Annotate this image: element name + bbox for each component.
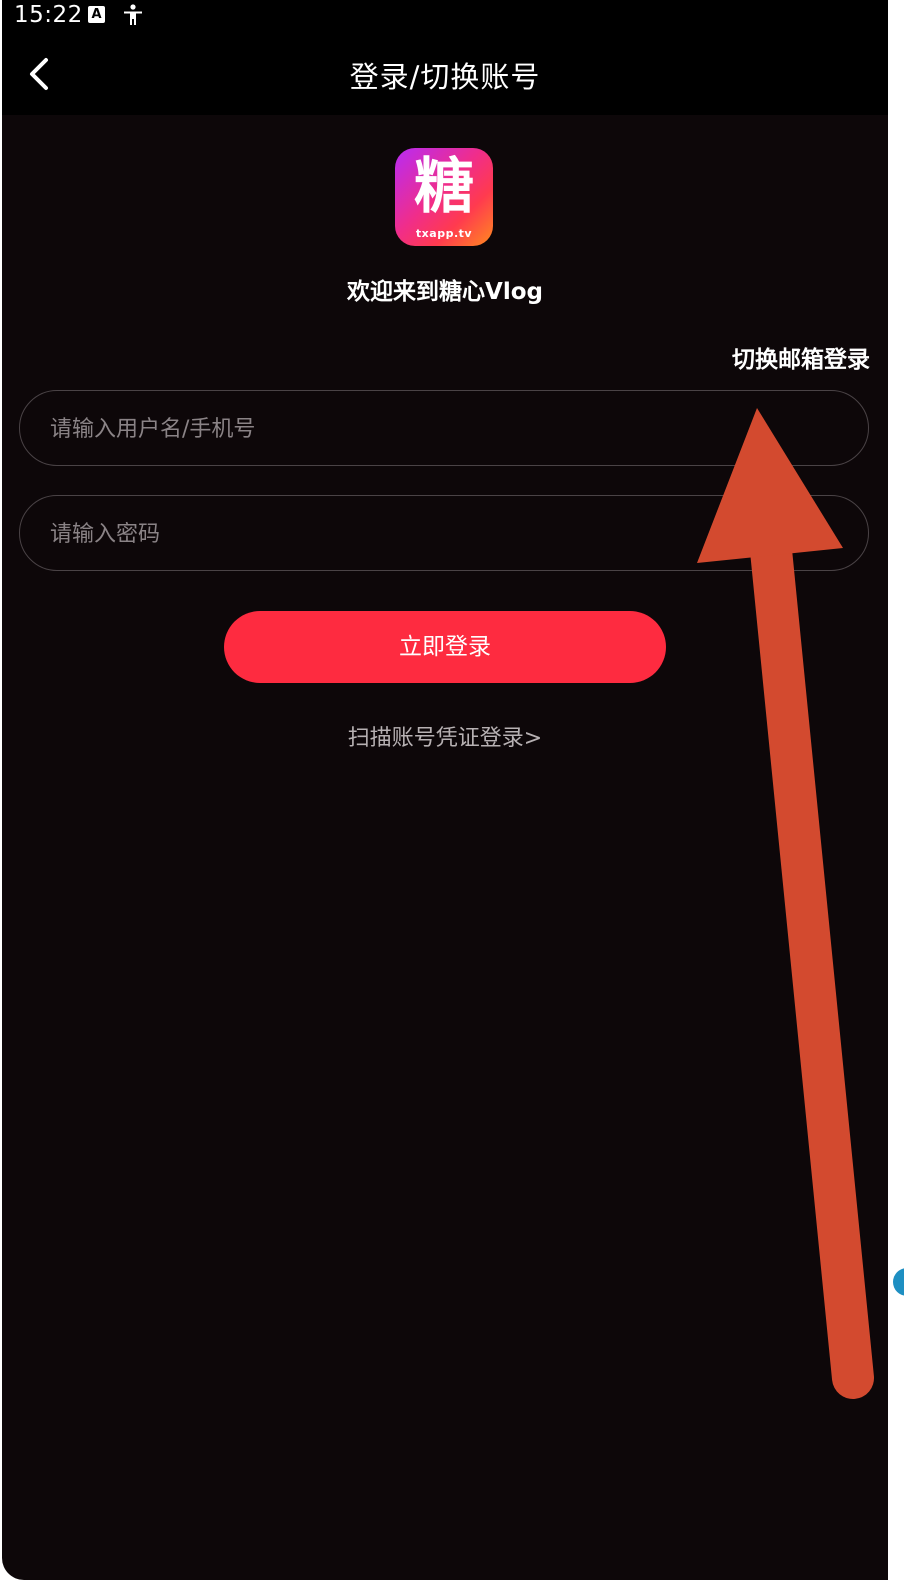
switch-email-login-link[interactable]: 切换邮箱登录: [732, 340, 870, 374]
password-input[interactable]: [48, 496, 832, 572]
a-notification-icon: A: [88, 6, 105, 23]
top-app-bar: 登录/切换账号: [2, 30, 888, 115]
welcome-text: 欢迎来到糖心Vlog: [347, 279, 543, 305]
password-field[interactable]: [19, 495, 869, 572]
logo-caption: txapp.tv: [415, 227, 473, 240]
bottom-area: [2, 1545, 888, 1580]
login-button[interactable]: 立即登录: [224, 611, 666, 683]
status-time: 15:22: [14, 2, 83, 28]
accessibility-icon: [124, 4, 142, 25]
page-title: 登录/切换账号: [349, 60, 541, 94]
logo-glyph: 糖: [414, 152, 474, 222]
username-input[interactable]: [48, 391, 832, 467]
status-bar: 15:22 A: [2, 0, 888, 30]
scan-credential-login-link[interactable]: 扫描账号凭证登录>: [2, 720, 888, 752]
username-field[interactable]: [19, 390, 869, 467]
app-logo: 糖 txapp.tv: [395, 148, 493, 246]
app-screen: 15:22 A 登录/切换账号 糖 txapp.tv 欢迎来到糖心Vlog 切换…: [2, 0, 888, 1580]
side-edge-handle[interactable]: [893, 1268, 904, 1296]
